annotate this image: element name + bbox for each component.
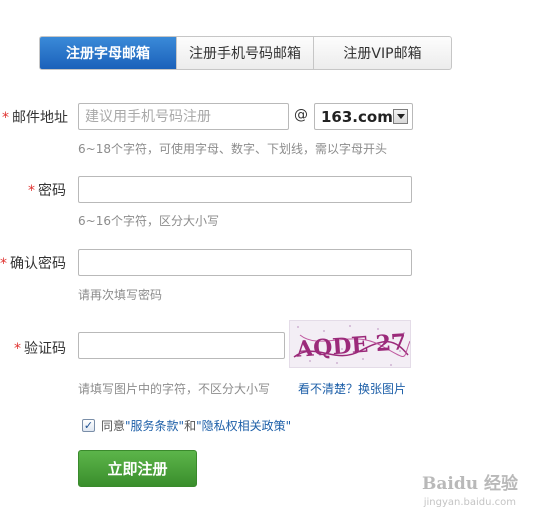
captcha-text: AQDE 27: [294, 329, 407, 363]
required-mark: *: [0, 256, 7, 272]
agree-and: 和: [184, 419, 197, 433]
tab-mobile-mailbox[interactable]: 注册手机号码邮箱: [176, 37, 313, 69]
confirm-password-label: * 确认密码: [0, 256, 66, 272]
domain-value: 163.com: [321, 107, 393, 126]
at-symbol: @: [294, 107, 308, 123]
agree-prefix: 同意: [101, 419, 126, 433]
email-input[interactable]: [78, 103, 289, 130]
chevron-down-icon[interactable]: [393, 109, 408, 124]
check-icon: ✓: [83, 419, 94, 432]
baidu-watermark: Baidu 经验: [421, 474, 518, 494]
password-input[interactable]: [78, 176, 412, 203]
confirm-password-hint: 请再次填写密码: [78, 288, 163, 302]
email-label: * 邮件地址: [2, 110, 68, 126]
email-hint: 6~18个字符，可使用字母、数字、下划线，需以字母开头: [78, 142, 387, 156]
captcha-input[interactable]: [78, 332, 285, 359]
password-hint: 6~16个字符，区分大小写: [78, 214, 219, 228]
tab-letter-mailbox[interactable]: 注册字母邮箱: [40, 37, 176, 69]
refresh-captcha-link[interactable]: 看不清楚？换张图片: [298, 380, 406, 397]
agreement-row: ✓ 同意 "服务条款" 和 "隐私权相关政策": [82, 417, 291, 434]
agree-checkbox[interactable]: ✓: [82, 419, 95, 432]
captcha-graphic: AQDE 27: [293, 325, 410, 366]
required-mark: *: [2, 110, 9, 126]
watermark-url: jingyan.baidu.com: [423, 497, 516, 508]
required-mark: *: [28, 183, 35, 199]
password-label: * 密码: [28, 183, 66, 199]
terms-of-service-link[interactable]: "服务条款": [125, 417, 184, 434]
required-mark: *: [14, 341, 21, 357]
privacy-policy-link[interactable]: "隐私权相关政策": [196, 417, 291, 434]
confirm-password-input[interactable]: [78, 249, 412, 276]
register-button[interactable]: 立即注册: [78, 450, 197, 487]
signup-type-tabs: 注册字母邮箱 注册手机号码邮箱 注册VIP邮箱: [39, 36, 452, 70]
captcha-label: * 验证码: [14, 341, 66, 357]
captcha-hint: 请填写图片中的字符，不区分大小写: [78, 382, 271, 396]
captcha-image[interactable]: AQDE 27: [289, 320, 411, 368]
tab-vip-mailbox[interactable]: 注册VIP邮箱: [313, 37, 451, 69]
domain-select[interactable]: 163.com: [314, 103, 413, 130]
